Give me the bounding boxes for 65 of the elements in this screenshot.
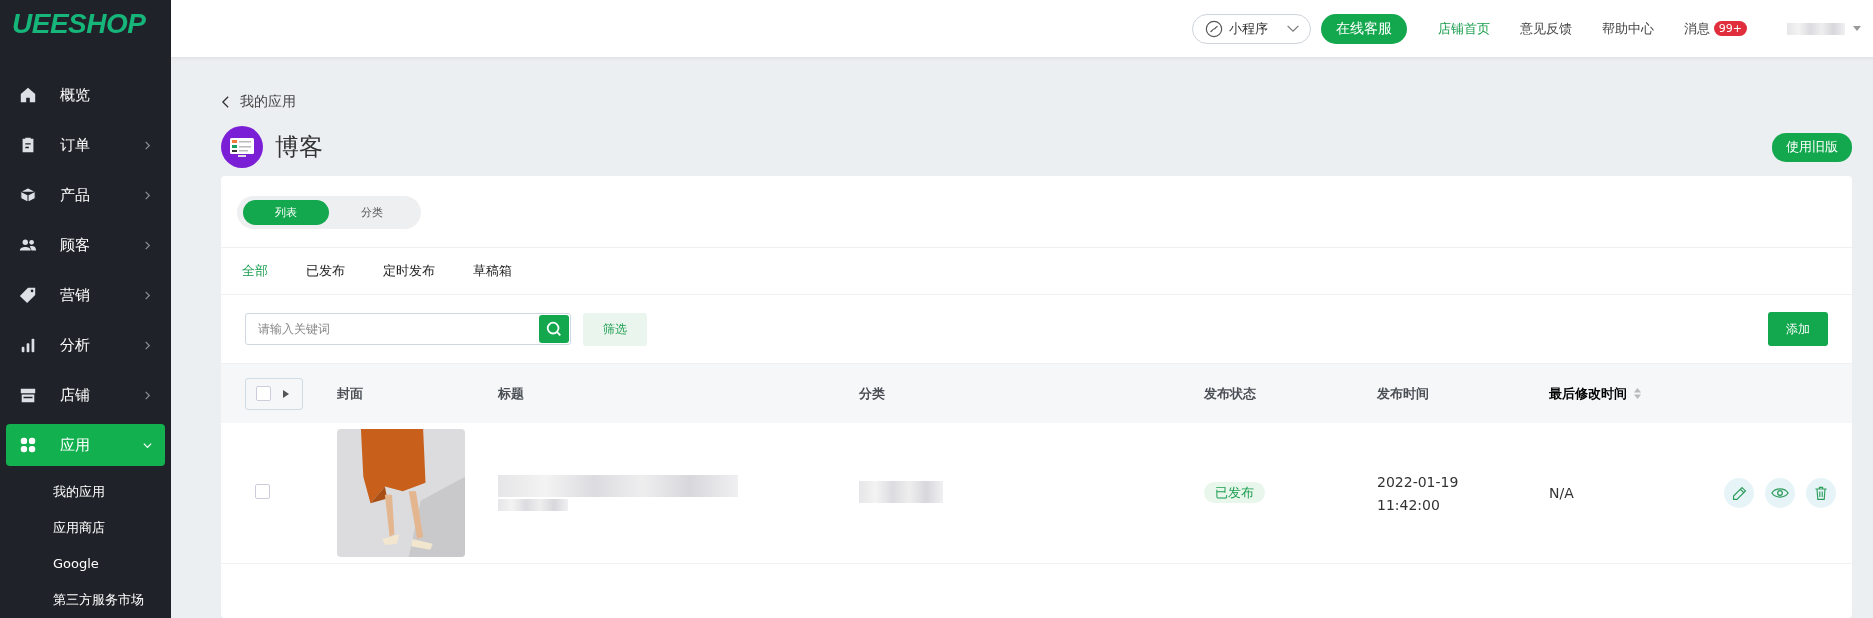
sort-icon[interactable] [1633,387,1642,400]
view-tab[interactable]: 分类 [329,200,415,225]
blurred-title [498,499,568,511]
column-header: 发布状态 [1204,384,1256,403]
column-header: 发布时间 [1377,384,1429,403]
trash-icon [1813,485,1829,501]
sidebar-item[interactable]: 概览 [6,74,165,116]
column-header: 封面 [337,384,363,403]
home-icon [19,86,37,104]
status-tab[interactable]: 定时发布 [383,262,435,280]
chevron-right-icon [142,389,153,401]
publish-time: 11:42:00 [1377,496,1441,513]
header-link[interactable]: 店铺首页 [1437,19,1490,38]
page-title: 博客 [275,132,324,163]
status-tab[interactable]: 全部 [242,262,268,280]
caret-icon [1853,26,1861,31]
chevron-right-icon [142,239,153,251]
submenu-item[interactable]: Google [6,546,165,582]
row-checkbox[interactable] [255,484,270,499]
cube-icon [19,186,37,204]
search-icon [545,320,563,338]
chevron-right-icon [142,139,153,151]
header-link[interactable]: 意见反馈 [1519,19,1572,38]
search-field[interactable]: 请输入关键词 [245,313,571,345]
pencil-icon [1730,484,1748,502]
chevron-right-icon [142,289,153,301]
select-all-dropdown[interactable] [245,377,303,410]
header-link[interactable]: 帮助中心 [1601,19,1654,38]
tag-icon [19,286,37,304]
delete-button[interactable] [1806,478,1836,508]
chevron-right-icon [142,339,153,351]
sidebar-item[interactable]: 分析 [6,324,165,366]
bar-chart-icon [19,336,37,354]
blog-app-icon [221,126,263,168]
status-tab[interactable]: 已发布 [306,262,345,280]
sidebar-item[interactable]: 订单 [6,124,165,166]
column-header: 标题 [498,384,524,403]
edit-button[interactable] [1724,478,1754,508]
search-button[interactable] [539,315,569,343]
caret-icon [283,389,289,398]
sidebar-item[interactable]: 顾客 [6,224,165,266]
back-link[interactable]: 我的应用 [221,93,296,111]
logo[interactable]: UEESHOP [0,0,171,49]
submenu-item[interactable]: 第三方服务市场 [6,582,165,618]
publish-date: 2022-01-19 [1377,473,1460,490]
status-tab[interactable]: 草稿箱 [473,262,512,280]
caret-icon [1285,24,1300,33]
status-tag: 已发布 [1204,482,1265,503]
preview-button[interactable] [1765,478,1795,508]
column-header: 分类 [859,384,885,403]
submenu-item[interactable]: 应用商店 [6,510,165,546]
store-icon [19,386,37,404]
chevron-right-icon [142,189,153,201]
submenu-item[interactable]: 我的应用 [6,474,165,510]
user-menu[interactable] [1787,22,1861,35]
messages-link[interactable]: 消息 [1683,19,1710,38]
message-count-badge: 99+ [1713,21,1747,36]
sidebar-item[interactable]: 店铺 [6,374,165,416]
sidebar-item[interactable]: 营销 [6,274,165,316]
modified-time: N/A [1549,485,1574,501]
column-header: 最后修改时间 [1549,384,1627,403]
chevron-left-icon [221,95,230,109]
link-icon [1204,19,1223,38]
grid-icon [19,436,37,454]
sidebar-item[interactable]: 产品 [6,174,165,216]
